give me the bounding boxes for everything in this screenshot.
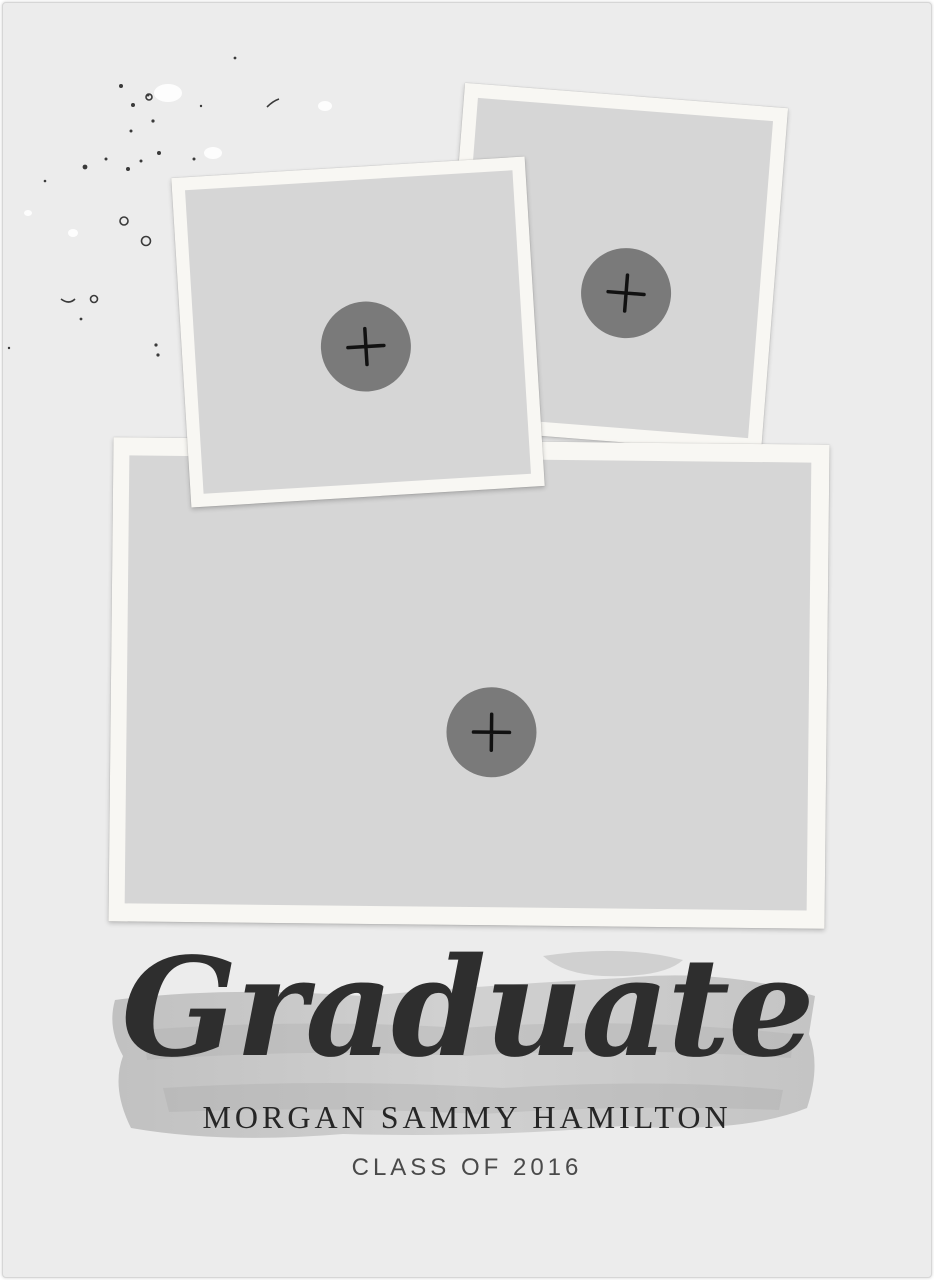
photo-slot-1[interactable] [185, 170, 531, 494]
class-year: CLASS OF 2016 [351, 1154, 583, 1181]
card-headline: Graduate [121, 928, 814, 1088]
plus-icon [606, 273, 646, 313]
photo-frame-3 [108, 437, 830, 929]
photo-frame-1 [171, 156, 545, 508]
invitation-card: Graduate MORGAN SAMMY HAMILTON CLASS OF … [2, 2, 932, 1278]
plus-icon [471, 712, 512, 752]
add-photo-button-1[interactable] [318, 298, 414, 395]
photo-slot-3[interactable] [124, 455, 812, 911]
add-photo-button-3[interactable] [446, 686, 537, 778]
graduate-name: MORGAN SAMMY HAMILTON [202, 1099, 732, 1135]
add-photo-button-2[interactable] [577, 244, 675, 342]
plus-icon [346, 326, 386, 367]
